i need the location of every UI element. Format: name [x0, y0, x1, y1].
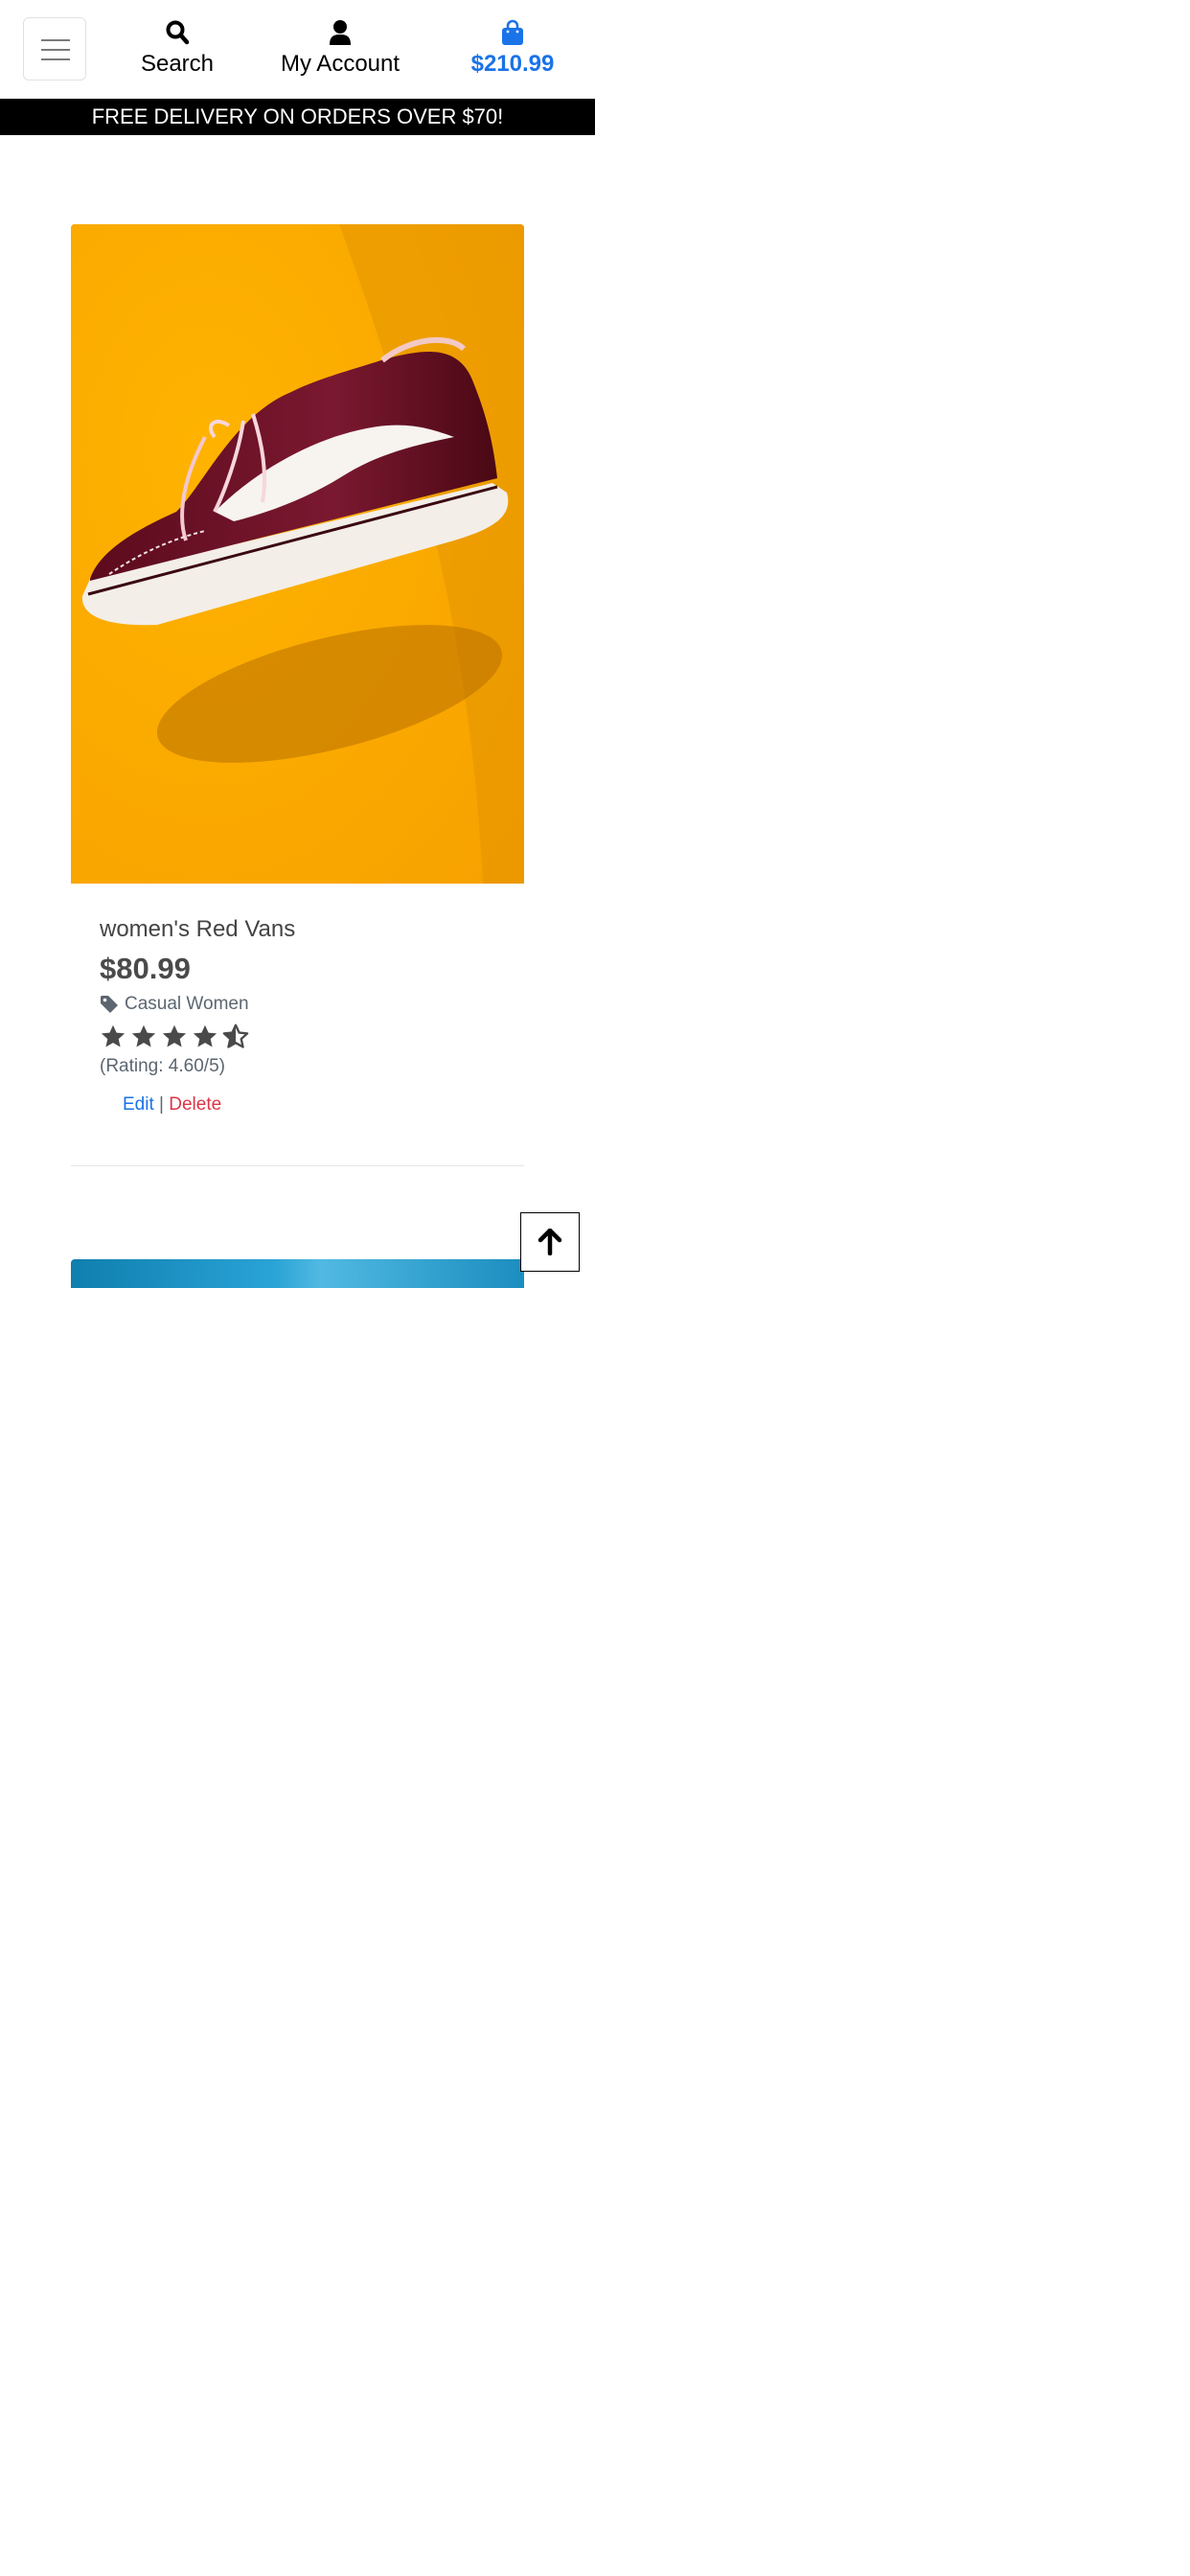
product-name[interactable]: women's Red Vans: [100, 915, 502, 944]
arrow-up-icon: [538, 1229, 562, 1255]
star-full-icon: [193, 1024, 217, 1047]
menu-toggle-button[interactable]: [23, 17, 86, 80]
product-category-label: Casual Women: [125, 994, 249, 1014]
shopping-bag-icon: [502, 19, 523, 45]
back-to-top-button[interactable]: [520, 1212, 580, 1272]
product-divider: [71, 1165, 524, 1166]
nav-search-label: Search: [140, 51, 215, 77]
star-half-icon: [222, 1024, 249, 1048]
nav-account-label: My Account: [280, 51, 400, 77]
star-full-icon: [162, 1024, 187, 1047]
search-icon: [166, 20, 190, 45]
hamburger-icon-bar: [41, 49, 70, 51]
admin-links: Edit | Delete: [100, 1093, 502, 1116]
star-full-icon: [101, 1024, 126, 1047]
rating-stars: [100, 1023, 502, 1051]
product-image[interactable]: [71, 224, 524, 884]
cart-total: $210.99: [470, 51, 555, 77]
hamburger-icon-bar: [41, 58, 70, 60]
link-separator: |: [159, 1094, 164, 1115]
sneaker-photo: [71, 224, 524, 884]
nav-search-link[interactable]: Search: [134, 19, 220, 79]
product-price: $80.99: [100, 952, 191, 985]
star-full-icon: [131, 1024, 156, 1047]
site-header: Search My Account $210.99: [0, 0, 595, 99]
nav-account-link[interactable]: My Account: [273, 19, 407, 79]
product-info: women's Red Vans $80.99 Casual Women (Ra…: [100, 915, 502, 1116]
tag-icon: [101, 996, 118, 1013]
edit-link[interactable]: Edit: [123, 1094, 154, 1115]
product-category[interactable]: Casual Women: [100, 992, 502, 1017]
delete-link[interactable]: Delete: [169, 1094, 221, 1115]
next-product-image[interactable]: [71, 1259, 524, 1288]
free-delivery-banner: FREE DELIVERY ON ORDERS OVER $70!: [0, 99, 595, 135]
hamburger-icon-bar: [41, 39, 70, 41]
rating-text: (Rating: 4.60/5): [100, 1056, 225, 1076]
nav-cart-link[interactable]: $210.99: [460, 19, 565, 79]
user-icon: [330, 20, 351, 45]
